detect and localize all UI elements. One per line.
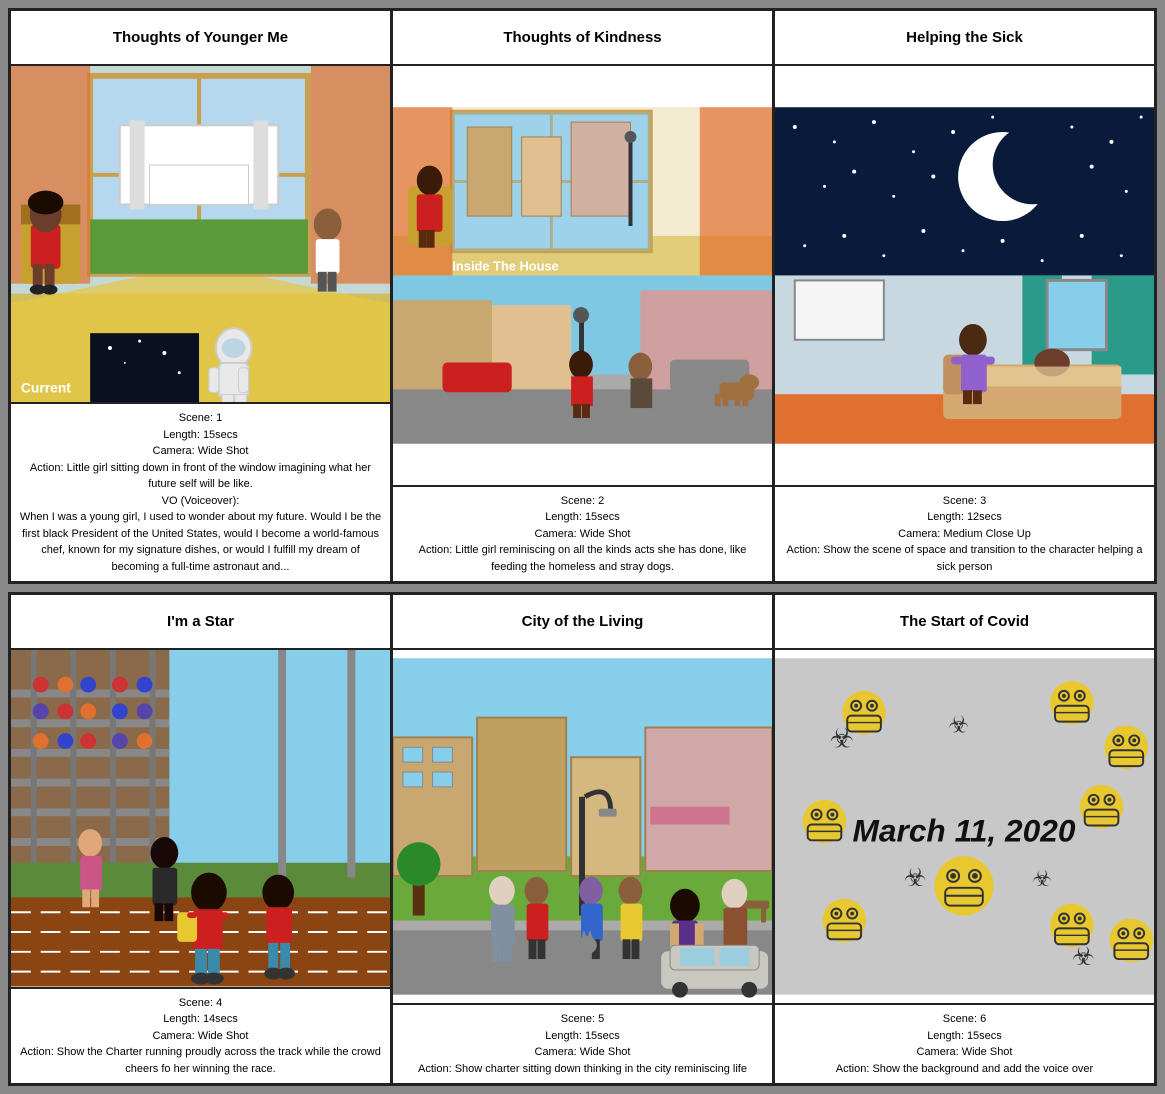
cell-image-5 <box>393 650 772 1003</box>
svg-text:☣: ☣ <box>1072 943 1095 971</box>
cell-info-1: Scene: 1 Length: 15secs Camera: Wide Sho… <box>11 402 390 581</box>
cell-city: City of the Living <box>393 595 775 1083</box>
svg-text:☣: ☣ <box>904 864 927 892</box>
row-2: I'm a Star <box>8 592 1157 1086</box>
svg-text:☣: ☣ <box>948 713 969 739</box>
cell-title-3: Helping the Sick <box>775 11 1154 66</box>
row-1: Thoughts of Younger Me <box>8 8 1157 584</box>
cell-title-4: I'm a Star <box>11 595 390 650</box>
cell-info-6: Scene: 6 Length: 15secs Camera: Wide Sho… <box>775 1003 1154 1083</box>
cell-covid: The Start of Covid March 11, 2020 <box>775 595 1154 1083</box>
svg-text:Inside The House: Inside The House <box>452 259 558 274</box>
cell-title-6: The Start of Covid <box>775 595 1154 650</box>
cell-image-4 <box>11 650 390 986</box>
cell-info-4: Scene: 4 Length: 14secs Camera: Wide Sho… <box>11 987 390 1084</box>
cell-kindness: Thoughts of Kindness <box>393 11 775 581</box>
cell-title-2: Thoughts of Kindness <box>393 11 772 66</box>
svg-text:☣: ☣ <box>829 723 854 754</box>
cell-image-3 <box>775 66 1154 485</box>
cell-helping-sick: Helping the Sick <box>775 11 1154 581</box>
storyboard: Thoughts of Younger Me <box>8 8 1157 1086</box>
cell-info-2: Scene: 2 Length: 15secs Camera: Wide Sho… <box>393 485 772 582</box>
cell-image-1: Current <box>11 66 390 402</box>
cell-image-2: Inside The House <box>393 66 772 485</box>
cell-info-3: Scene: 3 Length: 12secs Camera: Medium C… <box>775 485 1154 582</box>
svg-text:Current: Current <box>21 380 71 396</box>
cell-info-5: Scene: 5 Length: 15secs Camera: Wide Sho… <box>393 1003 772 1083</box>
svg-text:March 11, 2020: March 11, 2020 <box>853 813 1076 849</box>
cell-younger-me: Thoughts of Younger Me <box>11 11 393 581</box>
svg-text:☣: ☣ <box>1032 866 1052 891</box>
cell-title-1: Thoughts of Younger Me <box>11 11 390 66</box>
cell-star: I'm a Star <box>11 595 393 1083</box>
cell-title-5: City of the Living <box>393 595 772 650</box>
cell-image-6: March 11, 2020 <box>775 650 1154 1003</box>
